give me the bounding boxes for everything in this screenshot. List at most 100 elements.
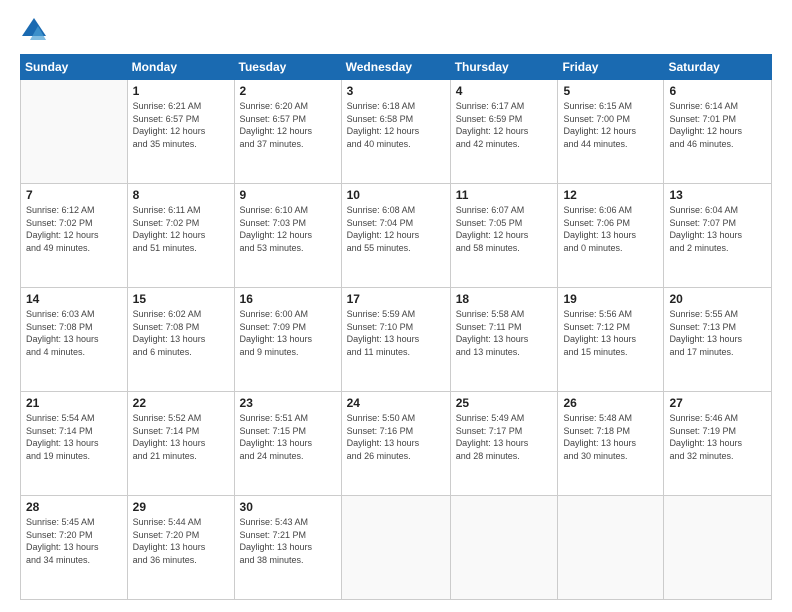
calendar-cell: 19 Sunrise: 5:56 AMSunset: 7:12 PMDayligh… xyxy=(558,288,664,392)
day-info: Sunrise: 5:51 AMSunset: 7:15 PMDaylight:… xyxy=(240,412,336,462)
day-info: Sunrise: 5:43 AMSunset: 7:21 PMDaylight:… xyxy=(240,516,336,566)
calendar-cell: 22 Sunrise: 5:52 AMSunset: 7:14 PMDayligh… xyxy=(127,392,234,496)
week-row-4: 21 Sunrise: 5:54 AMSunset: 7:14 PMDayligh… xyxy=(21,392,772,496)
weekday-header-thursday: Thursday xyxy=(450,55,558,80)
day-number: 11 xyxy=(456,188,553,202)
calendar-cell: 9 Sunrise: 6:10 AMSunset: 7:03 PMDaylight… xyxy=(234,184,341,288)
day-number: 12 xyxy=(563,188,658,202)
day-number: 24 xyxy=(347,396,445,410)
day-info: Sunrise: 5:45 AMSunset: 7:20 PMDaylight:… xyxy=(26,516,122,566)
day-info: Sunrise: 6:17 AMSunset: 6:59 PMDaylight:… xyxy=(456,100,553,150)
day-number: 22 xyxy=(133,396,229,410)
day-number: 20 xyxy=(669,292,766,306)
calendar-body: 1 Sunrise: 6:21 AMSunset: 6:57 PMDaylight… xyxy=(21,80,772,600)
day-info: Sunrise: 5:54 AMSunset: 7:14 PMDaylight:… xyxy=(26,412,122,462)
day-info: Sunrise: 6:20 AMSunset: 6:57 PMDaylight:… xyxy=(240,100,336,150)
calendar-cell: 12 Sunrise: 6:06 AMSunset: 7:06 PMDayligh… xyxy=(558,184,664,288)
day-number: 2 xyxy=(240,84,336,98)
day-number: 19 xyxy=(563,292,658,306)
day-number: 13 xyxy=(669,188,766,202)
day-info: Sunrise: 5:46 AMSunset: 7:19 PMDaylight:… xyxy=(669,412,766,462)
page: SundayMondayTuesdayWednesdayThursdayFrid… xyxy=(0,0,792,612)
calendar-cell: 8 Sunrise: 6:11 AMSunset: 7:02 PMDaylight… xyxy=(127,184,234,288)
day-number: 1 xyxy=(133,84,229,98)
week-row-1: 1 Sunrise: 6:21 AMSunset: 6:57 PMDaylight… xyxy=(21,80,772,184)
calendar-cell: 25Sunrise: 5:49 AMSunset: 7:17 PMDayligh… xyxy=(450,392,558,496)
week-row-5: 28 Sunrise: 5:45 AMSunset: 7:20 PMDayligh… xyxy=(21,496,772,600)
day-info: Sunrise: 6:11 AMSunset: 7:02 PMDaylight:… xyxy=(133,204,229,254)
calendar-cell xyxy=(341,496,450,600)
calendar-cell: 1 Sunrise: 6:21 AMSunset: 6:57 PMDaylight… xyxy=(127,80,234,184)
day-info: Sunrise: 6:18 AMSunset: 6:58 PMDaylight:… xyxy=(347,100,445,150)
week-row-2: 7 Sunrise: 6:12 AMSunset: 7:02 PMDaylight… xyxy=(21,184,772,288)
day-info: Sunrise: 5:56 AMSunset: 7:12 PMDaylight:… xyxy=(563,308,658,358)
calendar-cell: 27 Sunrise: 5:46 AMSunset: 7:19 PMDayligh… xyxy=(664,392,772,496)
weekday-header-monday: Monday xyxy=(127,55,234,80)
day-info: Sunrise: 6:15 AMSunset: 7:00 PMDaylight:… xyxy=(563,100,658,150)
day-number: 7 xyxy=(26,188,122,202)
calendar-cell: 15 Sunrise: 6:02 AMSunset: 7:08 PMDayligh… xyxy=(127,288,234,392)
weekday-header-saturday: Saturday xyxy=(664,55,772,80)
day-info: Sunrise: 6:04 AMSunset: 7:07 PMDaylight:… xyxy=(669,204,766,254)
day-info: Sunrise: 6:02 AMSunset: 7:08 PMDaylight:… xyxy=(133,308,229,358)
weekday-header-wednesday: Wednesday xyxy=(341,55,450,80)
header xyxy=(20,16,772,44)
day-info: Sunrise: 6:08 AMSunset: 7:04 PMDaylight:… xyxy=(347,204,445,254)
day-number: 17 xyxy=(347,292,445,306)
day-number: 23 xyxy=(240,396,336,410)
day-info: Sunrise: 6:21 AMSunset: 6:57 PMDaylight:… xyxy=(133,100,229,150)
day-number: 6 xyxy=(669,84,766,98)
day-info: Sunrise: 5:48 AMSunset: 7:18 PMDaylight:… xyxy=(563,412,658,462)
day-info: Sunrise: 6:06 AMSunset: 7:06 PMDaylight:… xyxy=(563,204,658,254)
calendar-cell: 29Sunrise: 5:44 AMSunset: 7:20 PMDayligh… xyxy=(127,496,234,600)
calendar-cell: 14Sunrise: 6:03 AMSunset: 7:08 PMDayligh… xyxy=(21,288,128,392)
calendar-cell: 11 Sunrise: 6:07 AMSunset: 7:05 PMDayligh… xyxy=(450,184,558,288)
day-number: 29 xyxy=(133,500,229,514)
calendar-cell: 28 Sunrise: 5:45 AMSunset: 7:20 PMDayligh… xyxy=(21,496,128,600)
day-info: Sunrise: 5:52 AMSunset: 7:14 PMDaylight:… xyxy=(133,412,229,462)
calendar-cell: 17 Sunrise: 5:59 AMSunset: 7:10 PMDayligh… xyxy=(341,288,450,392)
weekday-header-row: SundayMondayTuesdayWednesdayThursdayFrid… xyxy=(21,55,772,80)
day-number: 26 xyxy=(563,396,658,410)
week-row-3: 14Sunrise: 6:03 AMSunset: 7:08 PMDayligh… xyxy=(21,288,772,392)
calendar-cell xyxy=(21,80,128,184)
calendar-cell: 26 Sunrise: 5:48 AMSunset: 7:18 PMDayligh… xyxy=(558,392,664,496)
day-number: 15 xyxy=(133,292,229,306)
calendar-table: SundayMondayTuesdayWednesdayThursdayFrid… xyxy=(20,54,772,600)
calendar-cell: 20 Sunrise: 5:55 AMSunset: 7:13 PMDayligh… xyxy=(664,288,772,392)
weekday-header-sunday: Sunday xyxy=(21,55,128,80)
calendar-cell xyxy=(664,496,772,600)
day-number: 10 xyxy=(347,188,445,202)
day-number: 21 xyxy=(26,396,122,410)
logo-icon xyxy=(20,16,48,44)
day-info: Sunrise: 6:12 AMSunset: 7:02 PMDaylight:… xyxy=(26,204,122,254)
day-info: Sunrise: 6:10 AMSunset: 7:03 PMDaylight:… xyxy=(240,204,336,254)
day-number: 30 xyxy=(240,500,336,514)
weekday-header-tuesday: Tuesday xyxy=(234,55,341,80)
weekday-header-friday: Friday xyxy=(558,55,664,80)
calendar-cell: 10 Sunrise: 6:08 AMSunset: 7:04 PMDayligh… xyxy=(341,184,450,288)
calendar-header: SundayMondayTuesdayWednesdayThursdayFrid… xyxy=(21,55,772,80)
calendar-cell: 13 Sunrise: 6:04 AMSunset: 7:07 PMDayligh… xyxy=(664,184,772,288)
day-info: Sunrise: 6:00 AMSunset: 7:09 PMDaylight:… xyxy=(240,308,336,358)
day-number: 28 xyxy=(26,500,122,514)
day-info: Sunrise: 5:59 AMSunset: 7:10 PMDaylight:… xyxy=(347,308,445,358)
calendar-cell: 6Sunrise: 6:14 AMSunset: 7:01 PMDaylight… xyxy=(664,80,772,184)
day-number: 27 xyxy=(669,396,766,410)
calendar-cell: 7 Sunrise: 6:12 AMSunset: 7:02 PMDaylight… xyxy=(21,184,128,288)
day-number: 8 xyxy=(133,188,229,202)
day-number: 5 xyxy=(563,84,658,98)
calendar-cell: 4Sunrise: 6:17 AMSunset: 6:59 PMDaylight… xyxy=(450,80,558,184)
day-info: Sunrise: 6:07 AMSunset: 7:05 PMDaylight:… xyxy=(456,204,553,254)
day-number: 14 xyxy=(26,292,122,306)
calendar-cell xyxy=(450,496,558,600)
calendar-cell: 16 Sunrise: 6:00 AMSunset: 7:09 PMDayligh… xyxy=(234,288,341,392)
day-number: 9 xyxy=(240,188,336,202)
day-info: Sunrise: 5:49 AMSunset: 7:17 PMDaylight:… xyxy=(456,412,553,462)
calendar-cell: 2 Sunrise: 6:20 AMSunset: 6:57 PMDaylight… xyxy=(234,80,341,184)
calendar-cell: 24Sunrise: 5:50 AMSunset: 7:16 PMDayligh… xyxy=(341,392,450,496)
calendar-cell: 30 Sunrise: 5:43 AMSunset: 7:21 PMDayligh… xyxy=(234,496,341,600)
day-number: 3 xyxy=(347,84,445,98)
day-info: Sunrise: 5:55 AMSunset: 7:13 PMDaylight:… xyxy=(669,308,766,358)
day-number: 16 xyxy=(240,292,336,306)
